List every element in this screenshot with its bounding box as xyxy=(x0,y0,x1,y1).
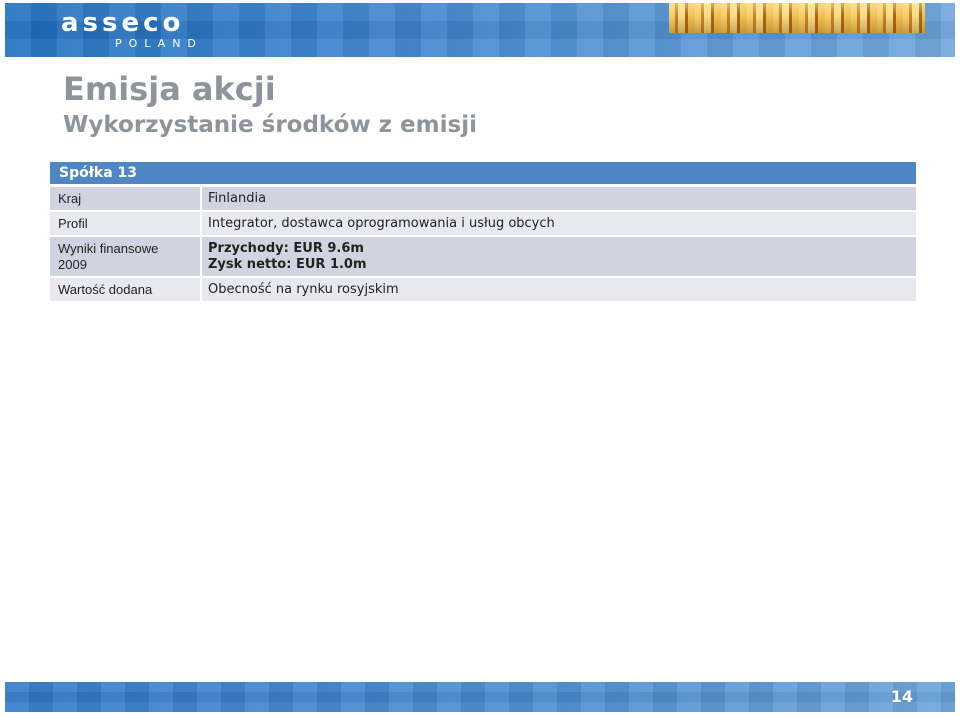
row-label-line: 2009 xyxy=(58,257,87,272)
table-row-profile: Profil Integrator, dostawca oprogramowan… xyxy=(50,212,916,235)
columns-image xyxy=(669,3,925,33)
net-profit-line: Zysk netto: EUR 1.0m xyxy=(208,257,367,272)
footer-mosaic-pattern xyxy=(5,682,955,712)
table-row-country: Kraj Finlandia xyxy=(50,187,916,210)
table-heading: Spółka 13 xyxy=(50,162,916,184)
row-value: Obecność na rynku rosyjskim xyxy=(202,278,916,301)
slide: asseco POLAND Emisja akcji Wykorzystanie… xyxy=(0,0,960,716)
table-row-added-value: Wartość dodana Obecność na rynku rosyjsk… xyxy=(50,278,916,301)
page-subtitle: Wykorzystanie środków z emisji xyxy=(63,112,477,138)
page-number: 14 xyxy=(890,687,913,706)
footer-band: 14 xyxy=(5,682,955,712)
row-label: Kraj xyxy=(50,187,200,210)
page-title: Emisja akcji xyxy=(63,70,276,108)
asseco-logo: asseco POLAND xyxy=(61,9,261,55)
svg-text:asseco: asseco xyxy=(61,9,184,35)
row-label: Profil xyxy=(50,212,200,235)
row-value: Przychody: EUR 9.6m Zysk netto: EUR 1.0m xyxy=(202,237,916,276)
row-label-line: Wyniki finansowe xyxy=(58,241,159,256)
table-row-financials: Wyniki finansowe 2009 Przychody: EUR 9.6… xyxy=(50,237,916,276)
asseco-wordmark: asseco xyxy=(61,9,184,35)
row-value: Integrator, dostawca oprogramowania i us… xyxy=(202,212,916,235)
row-label: Wyniki finansowe 2009 xyxy=(50,237,200,276)
logo-subtitle: POLAND xyxy=(115,37,203,50)
company-info-table: Spółka 13 Kraj Finlandia Profil Integrat… xyxy=(50,162,916,303)
row-label: Wartość dodana xyxy=(50,278,200,301)
header-band: asseco POLAND xyxy=(5,3,955,57)
row-value: Finlandia xyxy=(202,187,916,210)
revenue-line: Przychody: EUR 9.6m xyxy=(208,241,364,256)
